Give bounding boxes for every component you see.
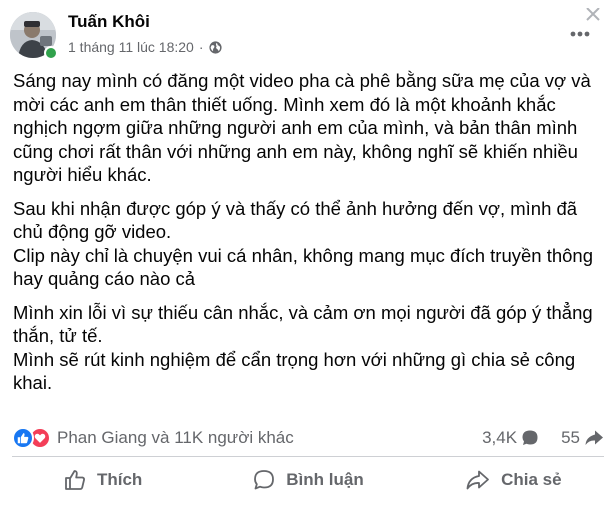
post-line: Sáng nay mình có đăng một video pha cà p… (13, 70, 591, 185)
share-button-label: Chia sẻ (501, 470, 562, 489)
globe-icon[interactable] (208, 40, 222, 54)
post-paragraph-1: Sáng nay mình có đăng một video pha cà p… (13, 69, 603, 187)
thumbs-up-icon (65, 470, 85, 490)
post-line: Sau khi nhận được góp ý và thấy có thể ả… (13, 197, 578, 243)
post-line: Clip này chỉ là chuyện vui cá nhân, khôn… (13, 244, 594, 290)
share-icon (466, 470, 489, 490)
meta-separator: · (198, 39, 204, 55)
comment-icon (254, 470, 275, 490)
comments-count-value: 3,4K (482, 428, 518, 447)
close-icon[interactable] (582, 8, 604, 22)
comment-button[interactable]: Bình luận (205, 460, 410, 500)
comments-count[interactable]: 3,4K (482, 428, 539, 448)
comment-button-label: Bình luận (286, 470, 364, 489)
shares-count-value: 55 (561, 428, 580, 447)
comment-bubble-icon (522, 430, 538, 445)
like-reaction-icon (12, 427, 34, 449)
reactions-summary-text[interactable]: Phan Giang và 11K người khác (57, 428, 294, 448)
like-button[interactable]: Thích (0, 460, 205, 500)
online-status-indicator (44, 46, 58, 60)
post-paragraph-3: Mình xin lỗi vì sự thiếu cân nhắc, và cả… (13, 301, 603, 395)
post-actions: Thích Bình luận Chia sẻ (0, 460, 616, 500)
divider (12, 456, 604, 457)
post-content: Sáng nay mình có đăng một video pha cà p… (13, 69, 603, 395)
shares-count[interactable]: 55 (561, 428, 604, 448)
more-options-icon[interactable] (566, 24, 594, 44)
author-avatar[interactable] (10, 12, 58, 60)
post-meta: 1 tháng 11 lúc 18:20 · (68, 39, 222, 55)
facebook-post: Tuấn Khôi 1 tháng 11 lúc 18:20 · Sáng na… (0, 0, 616, 508)
share-arrow-icon (585, 430, 603, 445)
engagement-stats: 3,4K 55 (482, 428, 604, 448)
like-button-label: Thích (96, 470, 143, 489)
author-name[interactable]: Tuấn Khôi (68, 12, 150, 32)
post-line: Mình xin lỗi vì sự thiếu cân nhắc, và cả… (13, 301, 593, 347)
reactions-summary[interactable]: Phan Giang và 11K người khác (12, 427, 294, 449)
post-line: Mình sẽ rút kinh nghiệm để cẩn trọng hơn… (13, 348, 576, 394)
share-button[interactable]: Chia sẻ (411, 460, 616, 500)
post-timestamp[interactable]: 1 tháng 11 lúc 18:20 (68, 39, 194, 55)
post-paragraph-2: Sau khi nhận được góp ý và thấy có thể ả… (13, 197, 603, 291)
